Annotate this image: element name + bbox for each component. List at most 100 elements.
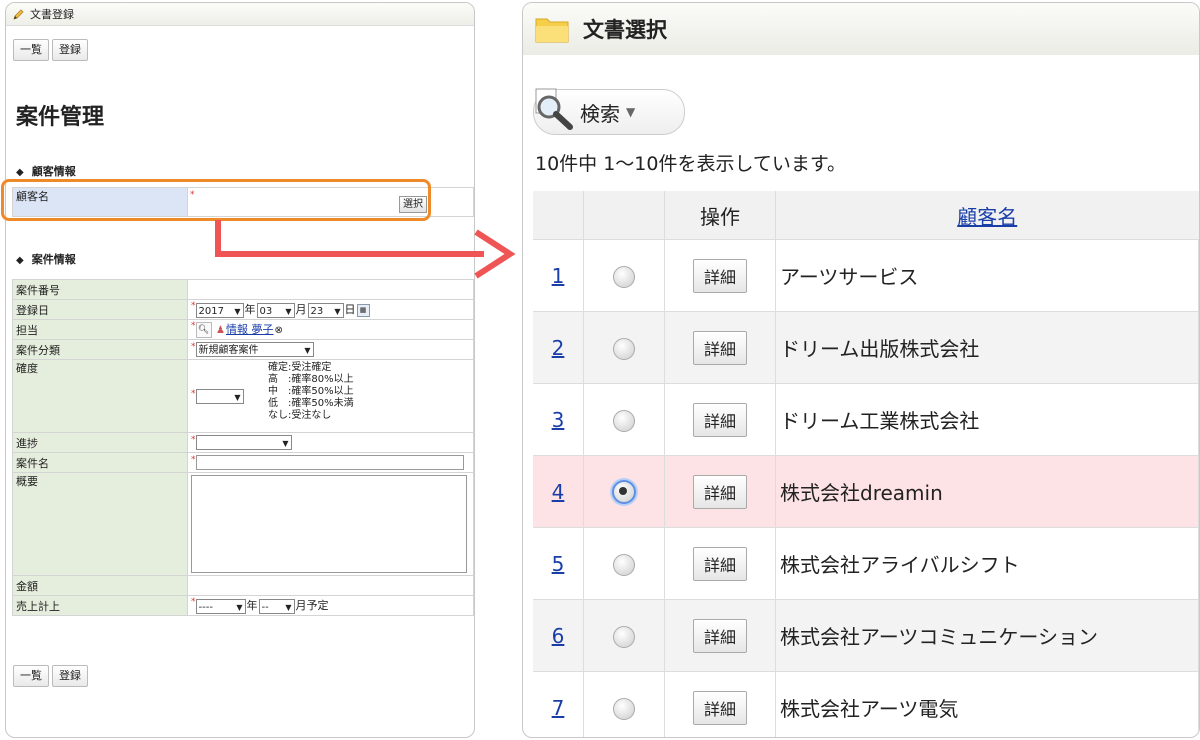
case-name-input[interactable] bbox=[195, 455, 464, 470]
header-radio bbox=[583, 191, 665, 240]
diamond-icon: ◆ bbox=[16, 167, 24, 178]
table-row: 1 詳細 アーツサービス bbox=[533, 239, 1199, 312]
section-heading-case: ◆ 案件情報 bbox=[16, 253, 76, 266]
header-number bbox=[533, 191, 584, 240]
customer-name: 株式会社dreamin bbox=[775, 455, 1199, 528]
category-label: 案件分類 bbox=[12, 339, 188, 360]
user-icon: ♟ bbox=[216, 325, 225, 336]
select-customer-button[interactable]: 選択 bbox=[399, 196, 427, 213]
customer-name: 株式会社アーツコミュニケーション bbox=[775, 599, 1199, 672]
arrow-icon bbox=[215, 220, 516, 279]
table-row: 3 詳細 ドリーム工業株式会社 bbox=[533, 383, 1199, 456]
case-name-label: 案件名 bbox=[12, 452, 188, 473]
category-field: * 新規顧客案件 ▼ bbox=[187, 339, 474, 360]
summary-label: 概要 bbox=[12, 472, 188, 576]
customer-name: 株式会社アライバルシフト bbox=[775, 527, 1199, 600]
page-title: 案件管理 bbox=[16, 105, 105, 130]
detail-button[interactable]: 詳細 bbox=[692, 618, 747, 653]
detail-button[interactable]: 詳細 bbox=[692, 690, 747, 725]
progress-field: * ▼ bbox=[187, 432, 474, 453]
pencil-icon bbox=[13, 8, 24, 20]
register-date-label: 登録日 bbox=[12, 299, 188, 320]
certainty-select[interactable]: ▼ bbox=[195, 388, 244, 404]
row-radio[interactable] bbox=[613, 553, 635, 576]
list-button[interactable]: 一覧 bbox=[13, 665, 49, 687]
year-select[interactable]: 2017 ▼ bbox=[195, 302, 244, 318]
certainty-legend: 確定:受注確定 高 :確率80%以上 中 :確率50%以上 低 :確率50%未満… bbox=[268, 362, 354, 421]
certainty-label: 確度 bbox=[12, 359, 188, 433]
panel-header: 文書登録 bbox=[6, 3, 474, 26]
register-date-field: * 2017 ▼ 年 03 ▼ 月 23 ▼ 日 ▦ bbox=[187, 299, 474, 320]
sales-field: * ---- ▼ 年 -- ▼ 月予定 bbox=[187, 595, 474, 616]
customer-name-field: * 選択 bbox=[187, 187, 474, 217]
detail-button[interactable]: 詳細 bbox=[692, 258, 747, 293]
row-number-link[interactable]: 5 bbox=[533, 527, 584, 600]
case-form: 案件番号 登録日 * 2017 ▼ 年 03 ▼ 月 23 ▼ 日 ▦ 担当 * 🔍︎ ♟情報 夢子⊗… bbox=[12, 279, 474, 616]
row-radio[interactable] bbox=[613, 409, 635, 432]
table-row: 2 詳細 ドリーム出版株式会社 bbox=[533, 311, 1199, 384]
summary-textarea[interactable] bbox=[191, 475, 467, 573]
row-number-link[interactable]: 4 bbox=[533, 455, 584, 528]
day-select[interactable]: 23 ▼ bbox=[307, 302, 344, 318]
panel-title: 文書選択 bbox=[583, 18, 667, 42]
customer-name: 株式会社アーツ電気 bbox=[775, 671, 1199, 737]
case-name-field: * bbox=[187, 452, 474, 473]
register-button[interactable]: 登録 bbox=[52, 665, 88, 687]
caret-down-icon: ▼ bbox=[626, 105, 636, 119]
row-radio[interactable] bbox=[613, 625, 635, 648]
sales-year-select[interactable]: ---- ▼ bbox=[195, 598, 246, 614]
summary-field bbox=[187, 472, 474, 576]
bottom-button-row: 一覧 登録 bbox=[13, 665, 91, 687]
panel-title: 文書登録 bbox=[30, 8, 74, 21]
customer-table: 操作 顧客名 1 詳細 アーツサービス 2 詳細 ドリーム出版株式会社 3 詳細… bbox=[533, 191, 1199, 737]
calendar-icon[interactable]: ▦ bbox=[356, 303, 370, 317]
folder-icon bbox=[535, 18, 569, 43]
row-number-link[interactable]: 3 bbox=[533, 383, 584, 456]
diamond-icon: ◆ bbox=[16, 255, 24, 266]
customer-name: ドリーム出版株式会社 bbox=[775, 311, 1199, 384]
list-button[interactable]: 一覧 bbox=[13, 39, 49, 61]
certainty-field: * ▼ 確定:受注確定 高 :確率80%以上 中 :確率50%以上 低 :確率50… bbox=[187, 359, 474, 433]
amount-field bbox=[187, 575, 474, 596]
remove-icon[interactable]: ⊗ bbox=[274, 325, 282, 336]
assignee-link[interactable]: 情報 夢子 bbox=[226, 323, 274, 336]
section-heading-customer: ◆ 顧客情報 bbox=[16, 165, 76, 178]
category-select[interactable]: 新規顧客案件 ▼ bbox=[195, 342, 314, 357]
search-label: 検索 bbox=[580, 101, 620, 126]
detail-button[interactable]: 詳細 bbox=[692, 330, 747, 365]
row-number-link[interactable]: 7 bbox=[533, 671, 584, 737]
month-select[interactable]: 03 ▼ bbox=[256, 302, 295, 318]
detail-button[interactable]: 詳細 bbox=[692, 402, 747, 437]
top-button-row: 一覧 登録 bbox=[13, 39, 91, 61]
row-radio[interactable] bbox=[613, 697, 635, 720]
detail-button[interactable]: 詳細 bbox=[692, 546, 747, 581]
table-header: 操作 顧客名 bbox=[533, 191, 1199, 240]
row-radio[interactable] bbox=[613, 337, 635, 360]
table-row: 6 詳細 株式会社アーツコミュニケーション bbox=[533, 599, 1199, 672]
assignee-field: * 🔍︎ ♟情報 夢子⊗ bbox=[187, 319, 474, 340]
amount-label: 金額 bbox=[12, 575, 188, 596]
row-radio-checked[interactable] bbox=[612, 480, 636, 505]
sales-month-select[interactable]: -- ▼ bbox=[258, 598, 295, 614]
document-register-panel: 文書登録 一覧 登録 案件管理 ◆ 顧客情報 顧客名 * 選択 ◆ 案件情報 案件番号… bbox=[5, 2, 475, 738]
customer-name: ドリーム工業株式会社 bbox=[775, 383, 1199, 456]
table-row: 5 詳細 株式会社アライバルシフト bbox=[533, 527, 1199, 600]
table-row: 7 詳細 株式会社アーツ電気 bbox=[533, 671, 1199, 737]
row-number-link[interactable]: 1 bbox=[533, 239, 584, 312]
row-number-link[interactable]: 6 bbox=[533, 599, 584, 672]
register-button[interactable]: 登録 bbox=[52, 39, 88, 61]
search-icon[interactable]: 🔍︎ bbox=[195, 322, 212, 338]
table-row-selected: 4 詳細 株式会社dreamin bbox=[533, 455, 1199, 528]
customer-form: 顧客名 * 選択 bbox=[12, 187, 474, 217]
sales-label: 売上計上 bbox=[12, 595, 188, 616]
case-number-label: 案件番号 bbox=[12, 279, 188, 300]
assignee-label: 担当 bbox=[12, 319, 188, 340]
progress-select[interactable]: ▼ bbox=[195, 435, 292, 450]
document-select-panel: 文書選択 検索 ▼ 10件中 1～10件を表示しています。 操作 顧客名 1 詳… bbox=[522, 2, 1200, 738]
header-customer-name[interactable]: 顧客名 bbox=[775, 191, 1199, 240]
row-number-link[interactable]: 2 bbox=[533, 311, 584, 384]
search-button[interactable]: 検索 ▼ bbox=[533, 88, 685, 135]
detail-button[interactable]: 詳細 bbox=[692, 474, 747, 509]
panel-header: 文書選択 bbox=[523, 3, 1199, 55]
row-radio[interactable] bbox=[613, 265, 635, 288]
